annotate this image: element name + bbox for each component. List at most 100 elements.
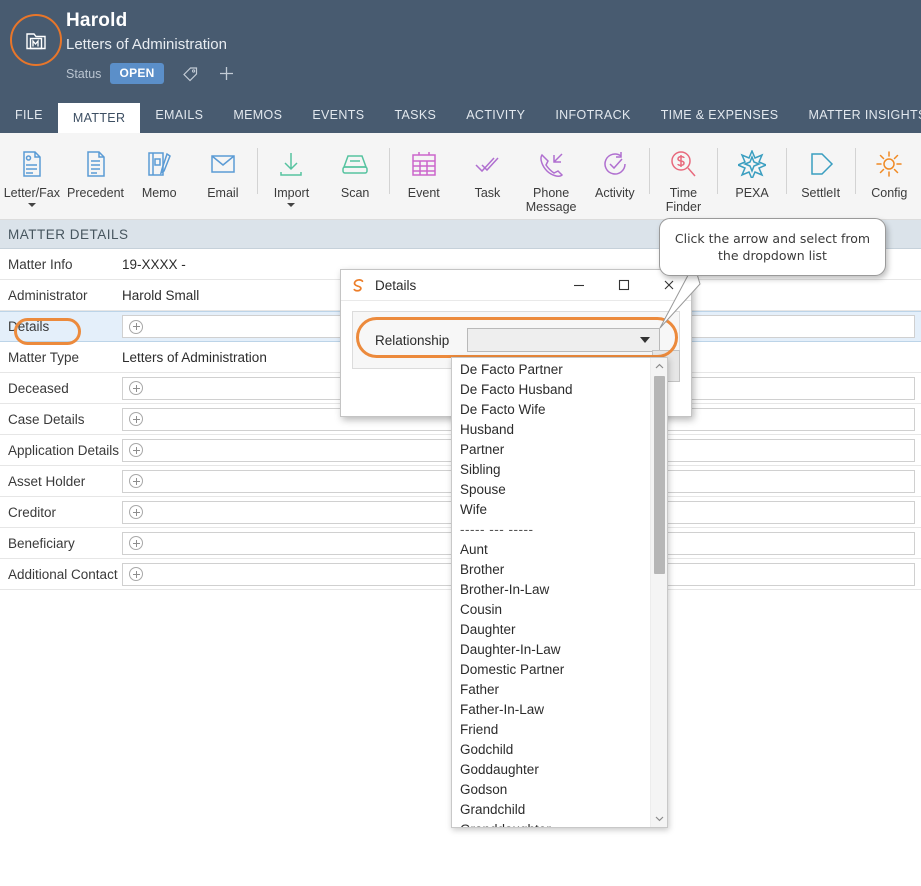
ribbon-item-label: Event	[407, 186, 440, 200]
dropdown-option[interactable]: Father	[452, 680, 650, 700]
chevron-down-icon[interactable]	[651, 810, 668, 827]
ribbon-activity-button[interactable]: Activity	[583, 140, 647, 200]
dropdown-option[interactable]: Domestic Partner	[452, 660, 650, 680]
dropdown-option[interactable]: De Facto Wife	[452, 400, 650, 420]
add-circle-icon[interactable]	[129, 536, 143, 550]
tab-emails[interactable]: EMAILS	[140, 98, 218, 133]
ribbon-letter-fax-button[interactable]: Letter/Fax	[0, 140, 64, 207]
tag-icon[interactable]	[182, 66, 200, 82]
dialog-titlebar[interactable]: Details	[341, 270, 691, 301]
callout-text: Click the arrow and select from the drop…	[674, 231, 871, 263]
ribbon-import-button[interactable]: Import	[260, 140, 324, 207]
dollar-magnifier-icon	[669, 143, 697, 185]
chevron-down-icon[interactable]	[287, 203, 296, 207]
dropdown-option[interactable]: Friend	[452, 720, 650, 740]
scrollbar-thumb[interactable]	[653, 376, 665, 574]
tab-infotrack[interactable]: INFOTRACK	[540, 98, 645, 133]
notebook-pen-icon	[145, 143, 173, 185]
ribbon-item-label: Scan	[340, 186, 370, 200]
matter-details-title: MATTER DETAILS	[8, 226, 129, 242]
dropdown-option[interactable]: Partner	[452, 440, 650, 460]
ribbon-scan-button[interactable]: Scan	[323, 140, 387, 200]
ribbon-item-label: Letter/Fax	[3, 186, 60, 200]
ribbon-separator	[785, 148, 787, 194]
tab-events[interactable]: EVENTS	[297, 98, 379, 133]
dropdown-option[interactable]: Aunt	[452, 540, 650, 560]
tab-tasks[interactable]: TASKS	[379, 98, 451, 133]
tab-time-expenses[interactable]: TIME & EXPENSES	[646, 98, 794, 133]
dropdown-option[interactable]: Granddaughter	[452, 820, 650, 827]
dropdown-option[interactable]: De Facto Partner	[452, 360, 650, 380]
dropdown-option[interactable]: Daughter	[452, 620, 650, 640]
status-badge[interactable]: OPEN	[110, 63, 164, 84]
dropdown-option[interactable]: Goddaughter	[452, 760, 650, 780]
ribbon-phone-message-button[interactable]: Phone Message	[519, 140, 583, 214]
matter-folder-icon	[23, 27, 49, 53]
tab-activity[interactable]: ACTIVITY	[451, 98, 540, 133]
dropdown-option[interactable]: De Facto Husband	[452, 380, 650, 400]
relationship-dropdown-list[interactable]: De Facto Partner De Facto Husband De Facto…	[451, 357, 668, 828]
dropdown-option[interactable]: Wife	[452, 500, 650, 520]
dropdown-option[interactable]: Godson	[452, 780, 650, 800]
matter-row-label: Matter Info	[8, 256, 73, 272]
clock-check-icon	[601, 143, 629, 185]
dropdown-option[interactable]: Godchild	[452, 740, 650, 760]
tab-matter[interactable]: MATTER	[57, 103, 141, 133]
ribbon-event-button[interactable]: Event	[392, 140, 456, 200]
add-circle-icon[interactable]	[129, 505, 143, 519]
minimize-icon[interactable]	[556, 270, 601, 300]
matter-row-label: Details	[8, 319, 50, 334]
ribbon-task-button[interactable]: Task	[456, 140, 520, 200]
tab-file[interactable]: FILE	[0, 98, 58, 133]
dropdown-option[interactable]: Cousin	[452, 600, 650, 620]
dropdown-items: De Facto Partner De Facto Husband De Facto…	[452, 358, 650, 827]
ribbon-email-button[interactable]: Email	[191, 140, 255, 200]
dropdown-option[interactable]: Brother	[452, 560, 650, 580]
matter-row-label: Beneficiary	[8, 535, 75, 551]
matter-row-label: Deceased	[8, 380, 69, 396]
tab-matter-insights[interactable]: MATTER INSIGHTS	[793, 98, 921, 133]
dropdown-option[interactable]: Daughter-In-Law	[452, 640, 650, 660]
ribbon-item-label: Phone Message	[525, 186, 577, 214]
ribbon-memo-button[interactable]: Memo	[127, 140, 191, 200]
relationship-combobox[interactable]	[467, 328, 660, 352]
dropdown-option[interactable]: Sibling	[452, 460, 650, 480]
tab-memos[interactable]: MEMOS	[218, 98, 297, 133]
add-circle-icon[interactable]	[129, 319, 143, 334]
plus-icon[interactable]	[218, 65, 235, 82]
ribbon-item-label: Task	[474, 186, 501, 200]
scanner-icon	[341, 143, 369, 185]
dropdown-option[interactable]: Brother-In-Law	[452, 580, 650, 600]
matter-row-value: Harold Small	[122, 287, 200, 303]
dropdown-option[interactable]: Father-In-Law	[452, 700, 650, 720]
add-circle-icon[interactable]	[129, 474, 143, 488]
add-circle-icon[interactable]	[129, 412, 143, 426]
add-circle-icon[interactable]	[129, 443, 143, 457]
maximize-icon[interactable]	[601, 270, 646, 300]
matter-avatar	[10, 14, 62, 66]
double-check-icon	[473, 143, 501, 185]
matter-row-label: Additional Contact	[8, 566, 118, 582]
dropdown-option[interactable]: Grandchild	[452, 800, 650, 820]
dropdown-option[interactable]: ----- --- -----	[452, 520, 650, 540]
ribbon-precedent-button[interactable]: Precedent	[64, 140, 128, 200]
scrollbar-track[interactable]	[651, 375, 668, 810]
matter-name: Harold	[66, 10, 128, 31]
ribbon-separator	[648, 148, 650, 194]
ribbon-config-button[interactable]: Config	[857, 140, 921, 200]
dropdown-option[interactable]: Spouse	[452, 480, 650, 500]
matter-header: Harold Letters of Administration Status …	[0, 0, 921, 98]
add-circle-icon[interactable]	[129, 381, 143, 395]
ribbon-pexa-button[interactable]: PEXA	[720, 140, 784, 200]
add-circle-icon[interactable]	[129, 567, 143, 581]
ribbon-item-label: Config	[871, 186, 908, 200]
matter-row-label: Asset Holder	[8, 473, 86, 489]
envelope-icon	[209, 143, 237, 185]
dropdown-scrollbar[interactable]	[650, 358, 667, 827]
download-arrow-icon	[277, 143, 305, 185]
ribbon-settleit-button[interactable]: SettleIt	[789, 140, 853, 200]
dropdown-option[interactable]: Husband	[452, 420, 650, 440]
chevron-down-icon[interactable]	[27, 203, 36, 207]
ribbon-time-finder-button[interactable]: Time Finder	[652, 140, 716, 214]
chevron-up-icon[interactable]	[651, 358, 668, 375]
